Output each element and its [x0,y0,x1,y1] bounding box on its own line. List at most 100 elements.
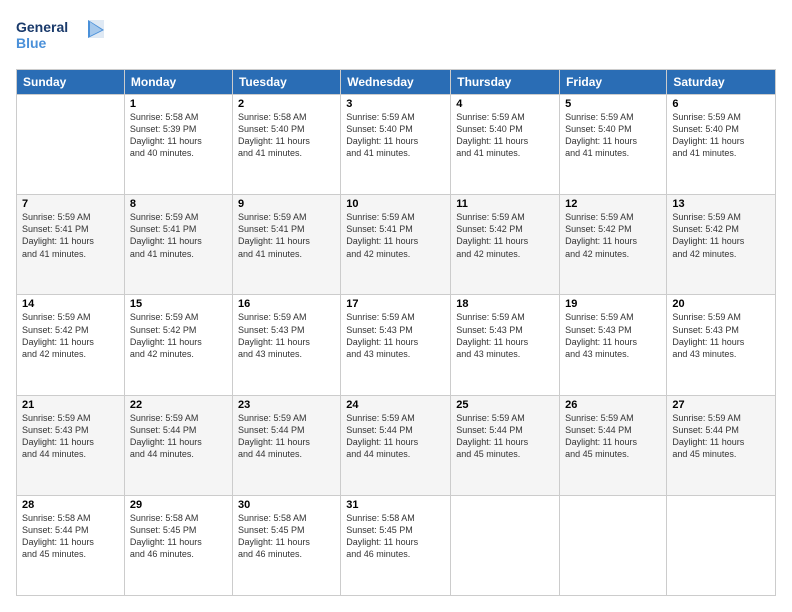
day-cell: 23Sunrise: 5:59 AM Sunset: 5:44 PM Dayli… [232,395,340,495]
svg-text:General: General [16,19,68,35]
day-cell: 15Sunrise: 5:59 AM Sunset: 5:42 PM Dayli… [124,295,232,395]
day-cell: 30Sunrise: 5:58 AM Sunset: 5:45 PM Dayli… [232,495,340,595]
day-info: Sunrise: 5:59 AM Sunset: 5:44 PM Dayligh… [346,412,445,461]
logo: General Blue [16,16,106,61]
day-number: 20 [672,298,770,310]
weekday-header-thursday: Thursday [451,70,560,95]
day-info: Sunrise: 5:59 AM Sunset: 5:43 PM Dayligh… [238,311,335,360]
day-info: Sunrise: 5:58 AM Sunset: 5:45 PM Dayligh… [346,512,445,561]
day-number: 21 [22,399,119,411]
week-row-3: 14Sunrise: 5:59 AM Sunset: 5:42 PM Dayli… [17,295,776,395]
day-number: 30 [238,499,335,511]
day-info: Sunrise: 5:59 AM Sunset: 5:41 PM Dayligh… [238,211,335,260]
svg-text:Blue: Blue [16,35,47,51]
day-number: 7 [22,198,119,210]
day-cell: 3Sunrise: 5:59 AM Sunset: 5:40 PM Daylig… [341,95,451,195]
day-cell: 22Sunrise: 5:59 AM Sunset: 5:44 PM Dayli… [124,395,232,495]
day-number: 28 [22,499,119,511]
day-cell: 10Sunrise: 5:59 AM Sunset: 5:41 PM Dayli… [341,195,451,295]
week-row-2: 7 Sunrise: 5:59 AM Sunset: 5:41 PM Daylig… [17,195,776,295]
day-cell: 5Sunrise: 5:59 AM Sunset: 5:40 PM Daylig… [560,95,667,195]
weekday-header-friday: Friday [560,70,667,95]
logo-block: General Blue [16,16,106,61]
day-info: Sunrise: 5:59 AM Sunset: 5:42 PM Dayligh… [672,211,770,260]
day-number: 10 [346,198,445,210]
calendar-table: SundayMondayTuesdayWednesdayThursdayFrid… [16,69,776,596]
day-number: 11 [456,198,554,210]
day-info: Sunrise: 5:59 AM Sunset: 5:43 PM Dayligh… [346,311,445,360]
day-cell [560,495,667,595]
day-number: 8 [130,198,227,210]
day-info: Sunrise: 5:59 AM Sunset: 5:43 PM Dayligh… [672,311,770,360]
logo-svg: General Blue [16,16,106,56]
day-info: Sunrise: 5:59 AM Sunset: 5:44 PM Dayligh… [565,412,661,461]
day-number: 15 [130,298,227,310]
weekday-header-monday: Monday [124,70,232,95]
day-number: 5 [565,98,661,110]
day-info: Sunrise: 5:59 AM Sunset: 5:44 PM Dayligh… [130,412,227,461]
day-number: 16 [238,298,335,310]
day-number: 31 [346,499,445,511]
day-info: Sunrise: 5:59 AM Sunset: 5:43 PM Dayligh… [22,412,119,461]
day-number: 12 [565,198,661,210]
day-cell: 29Sunrise: 5:58 AM Sunset: 5:45 PM Dayli… [124,495,232,595]
day-cell: 21Sunrise: 5:59 AM Sunset: 5:43 PM Dayli… [17,395,125,495]
day-info: Sunrise: 5:59 AM Sunset: 5:42 PM Dayligh… [456,211,554,260]
day-number: 25 [456,399,554,411]
day-info: Sunrise: 5:58 AM Sunset: 5:45 PM Dayligh… [238,512,335,561]
day-cell: 31Sunrise: 5:58 AM Sunset: 5:45 PM Dayli… [341,495,451,595]
week-row-4: 21Sunrise: 5:59 AM Sunset: 5:43 PM Dayli… [17,395,776,495]
day-cell: 16Sunrise: 5:59 AM Sunset: 5:43 PM Dayli… [232,295,340,395]
day-number: 6 [672,98,770,110]
day-info: Sunrise: 5:58 AM Sunset: 5:45 PM Dayligh… [130,512,227,561]
day-cell: 25Sunrise: 5:59 AM Sunset: 5:44 PM Dayli… [451,395,560,495]
day-cell: 6Sunrise: 5:59 AM Sunset: 5:40 PM Daylig… [667,95,776,195]
day-number: 27 [672,399,770,411]
day-number: 26 [565,399,661,411]
day-cell: 26Sunrise: 5:59 AM Sunset: 5:44 PM Dayli… [560,395,667,495]
day-cell: 1Sunrise: 5:58 AM Sunset: 5:39 PM Daylig… [124,95,232,195]
day-cell: 11Sunrise: 5:59 AM Sunset: 5:42 PM Dayli… [451,195,560,295]
weekday-header-row: SundayMondayTuesdayWednesdayThursdayFrid… [17,70,776,95]
week-row-5: 28Sunrise: 5:58 AM Sunset: 5:44 PM Dayli… [17,495,776,595]
day-number: 4 [456,98,554,110]
day-cell: 14Sunrise: 5:59 AM Sunset: 5:42 PM Dayli… [17,295,125,395]
day-cell: 13Sunrise: 5:59 AM Sunset: 5:42 PM Dayli… [667,195,776,295]
day-info: Sunrise: 5:59 AM Sunset: 5:40 PM Dayligh… [456,111,554,160]
day-cell [667,495,776,595]
day-cell: 20Sunrise: 5:59 AM Sunset: 5:43 PM Dayli… [667,295,776,395]
weekday-header-saturday: Saturday [667,70,776,95]
day-cell: 27Sunrise: 5:59 AM Sunset: 5:44 PM Dayli… [667,395,776,495]
day-info: Sunrise: 5:59 AM Sunset: 5:44 PM Dayligh… [238,412,335,461]
day-number: 3 [346,98,445,110]
day-number: 29 [130,499,227,511]
day-number: 23 [238,399,335,411]
day-cell: 7Sunrise: 5:59 AM Sunset: 5:41 PM Daylig… [17,195,125,295]
day-number: 13 [672,198,770,210]
page: General Blue SundayMondayTuesdayWednesda… [0,0,792,612]
weekday-header-wednesday: Wednesday [341,70,451,95]
day-info: Sunrise: 5:59 AM Sunset: 5:40 PM Dayligh… [565,111,661,160]
day-number: 18 [456,298,554,310]
day-info: Sunrise: 5:58 AM Sunset: 5:40 PM Dayligh… [238,111,335,160]
day-number: 22 [130,399,227,411]
day-cell [17,95,125,195]
day-cell [451,495,560,595]
day-info: Sunrise: 5:59 AM Sunset: 5:40 PM Dayligh… [672,111,770,160]
day-number: 17 [346,298,445,310]
day-info: Sunrise: 5:59 AM Sunset: 5:42 PM Dayligh… [565,211,661,260]
day-number: 24 [346,399,445,411]
day-number: 14 [22,298,119,310]
day-cell: 9Sunrise: 5:59 AM Sunset: 5:41 PM Daylig… [232,195,340,295]
day-cell: 24Sunrise: 5:59 AM Sunset: 5:44 PM Dayli… [341,395,451,495]
day-info: Sunrise: 5:59 AM Sunset: 5:40 PM Dayligh… [346,111,445,160]
day-info: Sunrise: 5:58 AM Sunset: 5:44 PM Dayligh… [22,512,119,561]
day-info: Sunrise: 5:59 AM Sunset: 5:41 PM Dayligh… [130,211,227,260]
day-number: 9 [238,198,335,210]
weekday-header-tuesday: Tuesday [232,70,340,95]
day-number: 1 [130,98,227,110]
day-cell: 19Sunrise: 5:59 AM Sunset: 5:43 PM Dayli… [560,295,667,395]
week-row-1: 1Sunrise: 5:58 AM Sunset: 5:39 PM Daylig… [17,95,776,195]
day-info: Sunrise: 5:59 AM Sunset: 5:41 PM Dayligh… [346,211,445,260]
day-cell: 17Sunrise: 5:59 AM Sunset: 5:43 PM Dayli… [341,295,451,395]
